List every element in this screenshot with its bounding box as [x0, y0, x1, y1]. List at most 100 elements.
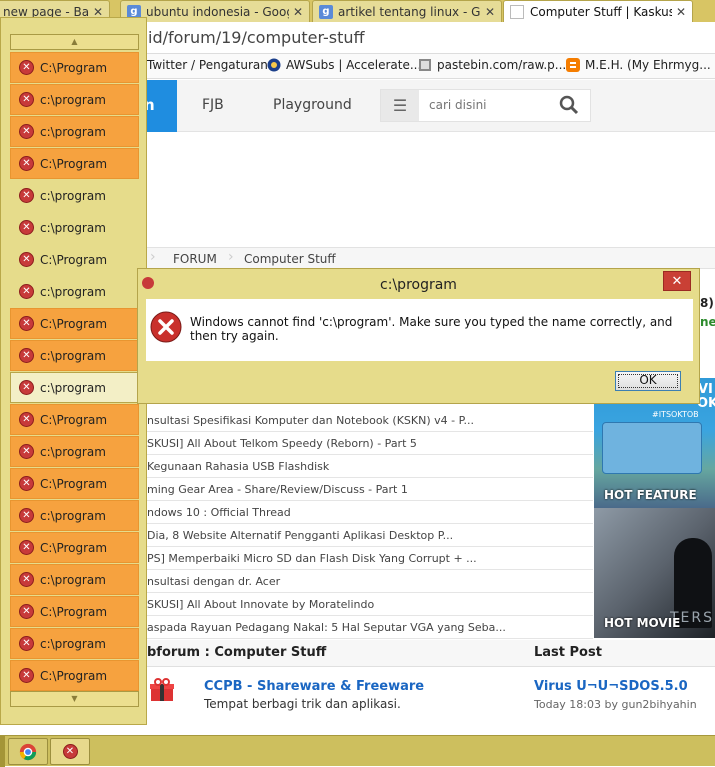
thread-row[interactable]: nsultasi dengan dr. Acer: [147, 570, 593, 593]
dialog-close-button[interactable]: ✕: [663, 271, 691, 291]
thread-row[interactable]: Kegunaan Rahasia USB Flashdisk: [147, 455, 593, 478]
thread-title[interactable]: Dia, 8 Website Alternatif Pengganti Apli…: [147, 529, 453, 542]
thread-title[interactable]: SKUSI] All About Telkom Speedy (Reborn) …: [147, 437, 417, 450]
error-icon: ✕: [19, 92, 34, 107]
tab-artikel-linux[interactable]: g artikel tentang linux - Goo ✕: [312, 0, 502, 22]
error-icon: ✕: [19, 444, 34, 459]
thread-title[interactable]: PS] Memperbaiki Micro SD dan Flash Disk …: [147, 552, 477, 565]
close-icon[interactable]: ✕: [485, 5, 495, 19]
jump-list-item[interactable]: ✕ c:\program: [10, 436, 139, 467]
subforum-title: bforum : Computer Stuff: [147, 645, 327, 660]
jump-list-item[interactable]: ✕ C:\Program: [10, 308, 139, 339]
ok-button[interactable]: OK: [615, 371, 681, 391]
thread-row[interactable]: SKUSI] All About Innovate by Moratelindo: [147, 593, 593, 616]
thread-title[interactable]: nsultasi dengan dr. Acer: [147, 575, 280, 588]
jump-list-item[interactable]: ✕ c:\program: [10, 276, 139, 307]
jump-list-item[interactable]: ✕ c:\program: [10, 340, 139, 371]
tab-computer-stuff[interactable]: Computer Stuff | Kaskus - ✕: [503, 0, 693, 22]
hot-feature-label: HOT FEATURE: [604, 488, 697, 502]
thread-row[interactable]: aspada Rayuan Pedagang Nakal: 5 Hal Sepu…: [147, 616, 593, 639]
bookmark-awsubs[interactable]: AWSubs | Accelerate...: [267, 58, 421, 72]
nav-link-fjb[interactable]: FJB: [202, 97, 224, 113]
thread-title[interactable]: SKUSI] All About Innovate by Moratelindo: [147, 598, 374, 611]
last-post-title[interactable]: Virus U¬U¬SDOS.5.0: [534, 679, 688, 694]
jump-list-item[interactable]: ✕ c:\program: [10, 116, 139, 147]
taskbar-error-button[interactable]: ✕: [50, 738, 90, 765]
taskbar: ✕: [0, 735, 715, 767]
close-icon[interactable]: ✕: [676, 5, 686, 19]
error-icon: ✕: [19, 668, 34, 683]
kaskus-icon: [510, 4, 524, 19]
jump-list-item[interactable]: ✕ C:\Program: [10, 148, 139, 179]
search-input[interactable]: [429, 98, 559, 112]
subforum-row[interactable]: CCPB - Shareware & Freeware Tempat berba…: [147, 667, 715, 735]
thread-row[interactable]: ming Gear Area - Share/Review/Discuss - …: [147, 478, 593, 501]
thread-title[interactable]: Kegunaan Rahasia USB Flashdisk: [147, 460, 329, 473]
jump-list-item[interactable]: ✕ c:\program: [10, 372, 139, 403]
thread-title[interactable]: ndows 10 : Official Thread: [147, 506, 291, 519]
jump-list-item-label: C:\Program: [40, 156, 108, 171]
jump-list-item[interactable]: ✕ C:\Program: [10, 660, 139, 691]
hot-movie-banner[interactable]: TERS HOT MOVIE: [594, 508, 715, 638]
error-icon: ✕: [19, 60, 34, 75]
address-url[interactable]: id/forum/19/computer-stuff: [148, 28, 365, 47]
error-icon: ✕: [19, 252, 34, 267]
scroll-up-button[interactable]: ▲: [10, 34, 139, 50]
breadcrumb-computer-stuff[interactable]: Computer Stuff: [244, 252, 336, 266]
nav-link-playground[interactable]: Playground: [273, 97, 352, 113]
close-icon[interactable]: ✕: [293, 5, 303, 19]
tab-ubuntu-indonesia[interactable]: g ubuntu indonesia - Googl ✕: [120, 0, 310, 22]
error-icon: ✕: [19, 156, 34, 171]
error-icon: ✕: [62, 744, 78, 759]
jump-list-item[interactable]: ✕ C:\Program: [10, 52, 139, 83]
error-icon: ✕: [19, 316, 34, 331]
error-icon: ✕: [19, 412, 34, 427]
jump-list-item[interactable]: ✕ c:\program: [10, 212, 139, 243]
error-icon: ✕: [19, 508, 34, 523]
dialog-title: c:\program: [380, 277, 457, 293]
jump-list-item[interactable]: ✕ c:\program: [10, 500, 139, 531]
partial-text: ne: [700, 315, 715, 329]
jump-list-item-label: c:\program: [40, 348, 106, 363]
thread-row[interactable]: ndows 10 : Official Thread: [147, 501, 593, 524]
error-icon: ✕: [19, 380, 34, 395]
jump-list-item-label: c:\program: [40, 444, 106, 459]
jump-list-item[interactable]: ✕ C:\Program: [10, 532, 139, 563]
error-icon: ✕: [19, 284, 34, 299]
jump-list-item[interactable]: ✕ C:\Program: [10, 596, 139, 627]
thread-row[interactable]: nsultasi Spesifikasi Komputer dan Notebo…: [147, 409, 593, 432]
jump-list-item[interactable]: ✕ C:\Program: [10, 468, 139, 499]
pastebin-icon: [419, 59, 431, 71]
jump-list-item-label: c:\program: [40, 380, 106, 395]
error-icon: ✕: [19, 540, 34, 555]
thread-title[interactable]: aspada Rayuan Pedagang Nakal: 5 Hal Sepu…: [147, 621, 506, 634]
jump-list-item[interactable]: ✕ c:\program: [10, 628, 139, 659]
thread-title[interactable]: nsultasi Spesifikasi Komputer dan Notebo…: [147, 414, 474, 427]
thread-row[interactable]: SKUSI] All About Telkom Speedy (Reborn) …: [147, 432, 593, 455]
list-menu-icon[interactable]: ☰: [381, 90, 419, 121]
jump-list-item[interactable]: ✕ C:\Program: [10, 244, 139, 275]
search-icon[interactable]: [558, 94, 580, 116]
bookmark-twitter[interactable]: Twitter / Pengaturan: [147, 58, 268, 72]
jump-list-item-label: C:\Program: [40, 668, 108, 683]
jump-list-item-label: c:\program: [40, 92, 106, 107]
taskbar-edge: [0, 736, 5, 767]
taskbar-chrome-button[interactable]: [8, 738, 48, 765]
jump-list-item[interactable]: ✕ C:\Program: [10, 404, 139, 435]
jump-list-item-label: c:\program: [40, 636, 106, 651]
jump-list-item[interactable]: ✕ c:\program: [10, 564, 139, 595]
breadcrumb-forum[interactable]: FORUM: [173, 252, 217, 266]
jump-list-item[interactable]: ✕ c:\program: [10, 84, 139, 115]
jump-list-item[interactable]: ✕ c:\program: [10, 180, 139, 211]
bookmark-pastebin[interactable]: pastebin.com/raw.p...: [418, 58, 566, 72]
taskbar-jump-list: ▲ ✕ C:\Program ✕ c:\program ✕ c:\program ✕ C:\P…: [0, 17, 147, 725]
thread-title[interactable]: ming Gear Area - Share/Review/Discuss - …: [147, 483, 408, 496]
banner-tag: #ITSOKTOB: [652, 410, 699, 419]
jump-list-item-label: c:\program: [40, 572, 106, 587]
bookmark-meh[interactable]: M.E.H. (My Ehrmyg...: [566, 58, 711, 72]
error-icon: [150, 311, 182, 343]
subforum-item-title[interactable]: CCPB - Shareware & Freeware: [204, 679, 424, 694]
thread-row[interactable]: Dia, 8 Website Alternatif Pengganti Apli…: [147, 524, 593, 547]
scroll-down-button[interactable]: ▼: [10, 691, 139, 707]
thread-row[interactable]: PS] Memperbaiki Micro SD dan Flash Disk …: [147, 547, 593, 570]
